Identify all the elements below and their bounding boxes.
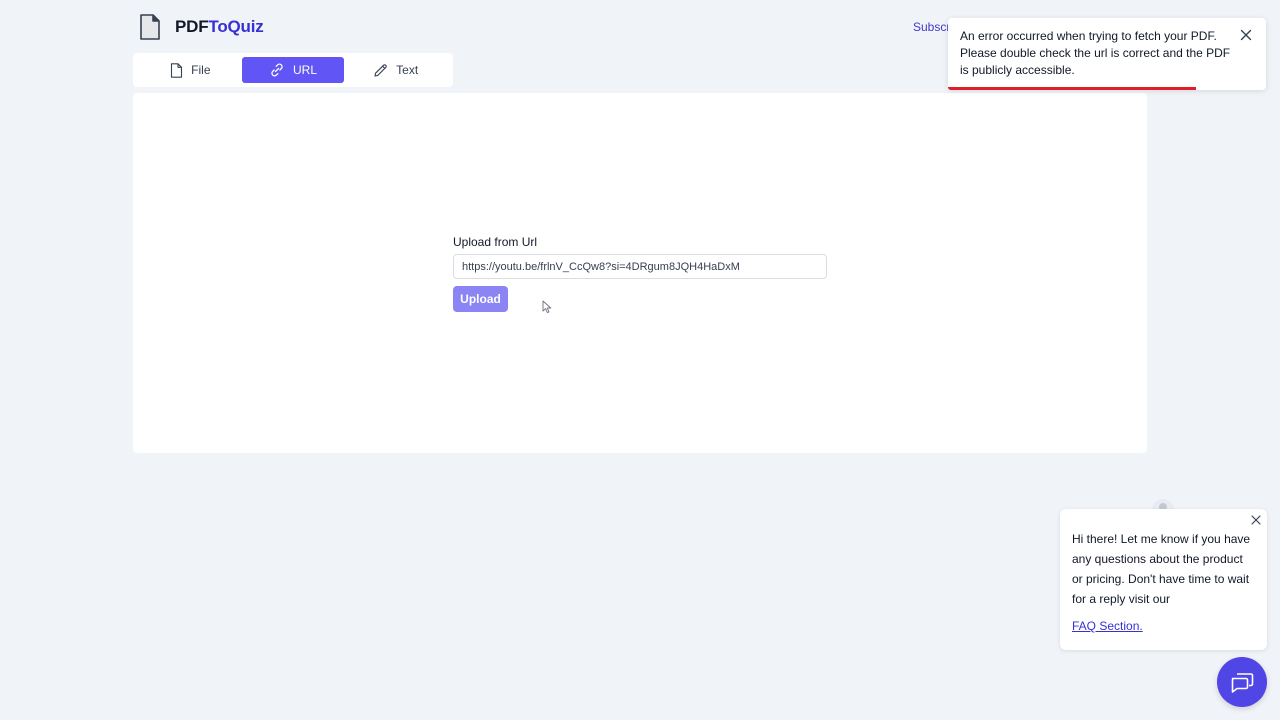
tab-text[interactable]: Text <box>344 57 447 83</box>
app-logo[interactable]: PDFToQuiz <box>139 14 264 40</box>
brand-prefix: PDF <box>175 17 209 36</box>
document-logo-icon <box>140 14 160 40</box>
link-icon <box>271 63 283 77</box>
chat-close-icon[interactable] <box>1251 515 1261 525</box>
chat-bubble: Hi there! Let me know if you have any qu… <box>1060 509 1267 650</box>
mouse-cursor-icon <box>542 300 552 314</box>
tab-url-label: URL <box>293 63 318 77</box>
chat-icon <box>1231 673 1254 693</box>
url-input[interactable] <box>453 254 827 279</box>
toast-progress-bar <box>948 87 1197 90</box>
toast-message: An error occurred when trying to fetch y… <box>960 29 1231 77</box>
tab-file-label: File <box>191 63 211 77</box>
source-tabs: File URL Text <box>133 53 453 87</box>
tab-text-label: Text <box>396 63 419 77</box>
tab-url[interactable]: URL <box>241 57 345 83</box>
upload-button[interactable]: Upload <box>453 286 508 312</box>
pencil-icon <box>374 63 387 77</box>
subscribe-link[interactable]: Subscr <box>913 20 950 34</box>
tab-file[interactable]: File <box>139 57 242 83</box>
faq-link[interactable]: FAQ Section. <box>1072 619 1143 633</box>
close-icon[interactable] <box>1240 29 1252 41</box>
upload-url-label: Upload from Url <box>453 235 538 249</box>
chat-message: Hi there! Let me know if you have any qu… <box>1072 532 1251 606</box>
upload-panel: Upload from Url Upload <box>133 93 1147 453</box>
app-title: PDFToQuiz <box>175 17 264 37</box>
error-toast: An error occurred when trying to fetch y… <box>948 18 1266 90</box>
brand-accent: ToQuiz <box>208 17 264 36</box>
chat-launcher-button[interactable] <box>1217 657 1267 707</box>
file-icon <box>171 62 183 78</box>
